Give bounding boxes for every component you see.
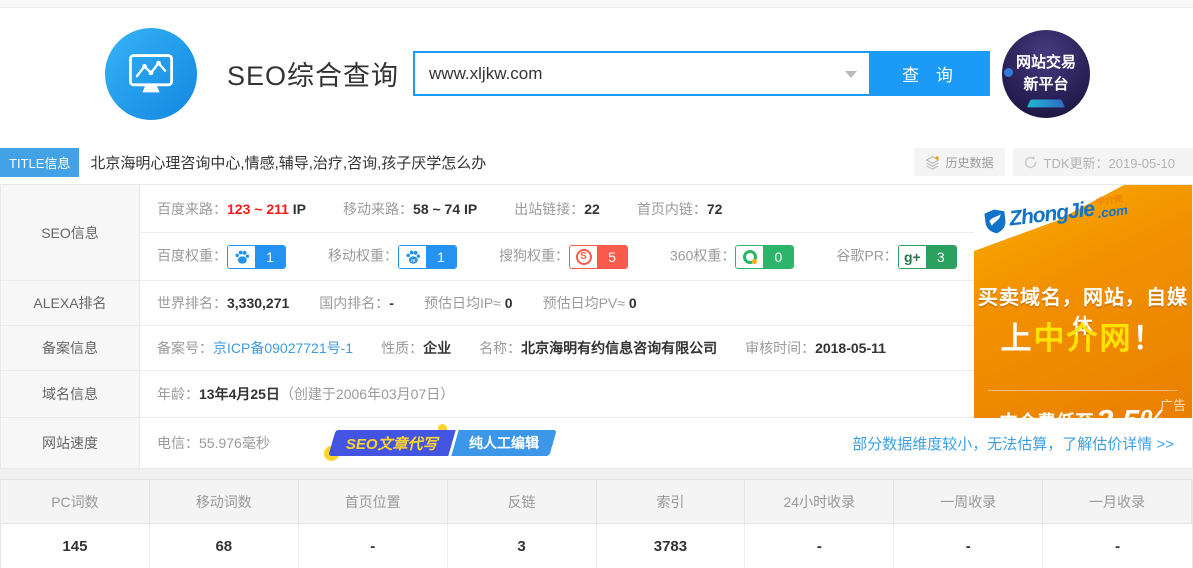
google-plus-icon: g+ (899, 246, 926, 268)
seo-query-page: SEO综合查询 查 询 网站交易 新平台 TITLE信息 北京海明心理咨询中心,… (0, 0, 1193, 568)
tdk-update[interactable]: TDK更新：2019-05-10 (1013, 148, 1193, 176)
history-data-label: 历史数据 (945, 154, 993, 171)
stats-value-week-collect: - (894, 524, 1043, 568)
mobile-traffic: 移动来路：58 ~ 74 IP (343, 199, 477, 219)
ad-fee-line: 中介费低至2.5% (988, 390, 1178, 418)
alexa-row: 世界排名：3,330,271 国内排名：- 预估日均IP≈ 0 预估日均PV≈ … (140, 281, 974, 326)
tdk-update-label: TDK更新：2019-05-10 (1044, 153, 1176, 172)
brand-com: .com (1097, 203, 1129, 220)
baidu-weight-badge[interactable]: 1 (227, 245, 286, 269)
page-title: SEO综合查询 (227, 54, 399, 93)
site-title-text: 北京海明心理咨询中心,情感,辅导,治疗,咨询,孩子厌学怎么办 (90, 152, 486, 173)
seo-info-table: SEO信息 ALEXA排名 备案信息 域名信息 网站速度 百度来路：123 ~ … (0, 184, 1193, 469)
stats-header-24h-collect: 24小时收录 (745, 479, 894, 524)
so360-weight-badge[interactable]: 0 (735, 245, 794, 269)
google-pr: 谷歌PR：g+3 (836, 245, 956, 269)
speed-row: 电信：55.976毫秒 SEO文章代写 纯人工编辑 部分数据维度较小，无法估算，… (140, 418, 1192, 468)
title-info-badge: TITLE信息 (0, 148, 79, 177)
seo-weights-row: 百度权重：1 移动权重：m1 搜狗权重：S5 360权重：0 谷歌PR：g+3 (140, 233, 974, 281)
query-button[interactable]: 查 询 (871, 51, 990, 96)
icp-number-link[interactable]: 京ICP备09027721号-1 (213, 340, 353, 356)
row-label-domain: 域名信息 (1, 371, 140, 418)
search-input-wrap (413, 51, 871, 96)
stats-header-month-collect: 一月收录 (1043, 479, 1192, 524)
stats-value-homepage-position: - (299, 524, 448, 568)
so360-icon (736, 246, 763, 268)
row-label-alexa: ALEXA排名 (1, 281, 140, 326)
shield-icon (983, 207, 1008, 235)
telecom-speed: 电信：55.976毫秒 (157, 433, 270, 453)
so360-weight: 360权重：0 (670, 245, 794, 269)
seo-article-promo[interactable]: SEO文章代写 纯人工编辑 (332, 430, 553, 456)
stats-value-mobile-words[interactable]: 68 (150, 524, 299, 568)
title-info-bar: TITLE信息 北京海明心理咨询中心,情感,辅导,治疗,咨询,孩子厌学怎么办 历… (0, 147, 1193, 177)
search-input[interactable] (415, 53, 869, 94)
icp-number: 备案号：京ICP备09027721号-1 (157, 338, 353, 358)
trade-platform-badge[interactable]: 网站交易 新平台 (1002, 30, 1090, 118)
world-rank: 世界排名：3,330,271 (157, 293, 289, 313)
sogou-weight-badge[interactable]: S5 (569, 245, 628, 269)
stats-value-index[interactable]: 3783 (597, 524, 746, 568)
row-label-seo: SEO信息 (1, 185, 140, 281)
domestic-rank: 国内排名：- (319, 293, 394, 313)
history-data-button[interactable]: 历史数据 (914, 148, 1004, 176)
outbound-links: 出站链接：22 (514, 199, 600, 219)
keyword-stats-table: PC词数 移动词数 首页位置 反链 索引 24小时收录 一周收录 一月收录 14… (0, 479, 1193, 568)
stats-header-mobile-words: 移动词数 (150, 479, 299, 524)
stats-value-pc-words[interactable]: 145 (1, 524, 150, 568)
stats-header-week-collect: 一周收录 (894, 479, 1043, 524)
stats-value-backlinks[interactable]: 3 (448, 524, 597, 568)
stats-header-pc-words: PC词数 (1, 479, 150, 524)
top-strip (0, 0, 1193, 8)
stats-header-index: 索引 (597, 479, 746, 524)
review-date: 审核时间：2018-05-11 (745, 338, 886, 358)
mobile-weight: 移动权重：m1 (328, 245, 457, 269)
stats-header-backlinks: 反链 (448, 479, 597, 524)
homepage-internal-links: 首页内链：72 (637, 199, 723, 219)
stats-header-homepage-position: 首页位置 (299, 479, 448, 524)
site-logo[interactable] (105, 28, 197, 120)
daily-ip-estimate: 预估日均IP≈ 0 (424, 293, 513, 313)
chevron-down-icon[interactable] (845, 71, 857, 78)
valuation-detail-link[interactable]: 部分数据维度较小，无法估算，了解估价详情 >> (852, 433, 1174, 454)
domain-age: 年龄：13年4月25日（创建于2006年03月07日） (157, 384, 454, 404)
monitor-chart-icon (125, 48, 177, 100)
zhongjie-ad-banner[interactable]: ZhongJie 中介网 .com 买卖域名，网站，自媒体 上中介网！ 中介费低… (974, 185, 1192, 418)
org-nature: 性质：企业 (381, 338, 451, 358)
baidu-mobile-paw-icon: m (399, 246, 426, 268)
baidu-traffic: 百度来路：123 ~ 211 IP (157, 199, 306, 219)
baidu-weight: 百度权重：1 (157, 245, 286, 269)
promo1-label: SEO文章代写 (346, 433, 438, 454)
sogou-icon: S (570, 246, 597, 268)
beian-row: 备案号：京ICP备09027721号-1 性质：企业 名称：北京海明有约信息咨询… (140, 326, 974, 371)
domain-row: 年龄：13年4月25日（创建于2006年03月07日） (140, 371, 974, 418)
ad-slogan: 上中介网！ (974, 313, 1192, 358)
search-bar: 查 询 (413, 51, 990, 96)
section-divider (0, 469, 1193, 479)
org-name: 名称：北京海明有约信息咨询有限公司 (479, 338, 717, 358)
stats-value-24h-collect: - (745, 524, 894, 568)
baidu-paw-icon (228, 246, 255, 268)
row-label-speed: 网站速度 (1, 418, 140, 468)
layers-icon (925, 155, 940, 170)
google-pr-badge[interactable]: g+3 (898, 245, 957, 269)
seo-traffic-row: 百度来路：123 ~ 211 IP 移动来路：58 ~ 74 IP 出站链接：2… (140, 185, 974, 233)
ad-tag: 广告 (1160, 395, 1186, 414)
badge-line2: 新平台 (1024, 74, 1069, 96)
sogou-weight: 搜狗权重：S5 (499, 245, 628, 269)
refresh-icon (1023, 155, 1038, 170)
stats-value-month-collect: - (1043, 524, 1192, 568)
header: SEO综合查询 查 询 网站交易 新平台 (0, 8, 1193, 139)
promo2-label: 纯人工编辑 (469, 433, 539, 453)
mobile-weight-badge[interactable]: m1 (398, 245, 457, 269)
svg-text:m: m (411, 258, 415, 263)
badge-line1: 网站交易 (1016, 52, 1076, 74)
row-label-beian: 备案信息 (1, 326, 140, 371)
daily-pv-estimate: 预估日均PV≈ 0 (543, 293, 637, 313)
